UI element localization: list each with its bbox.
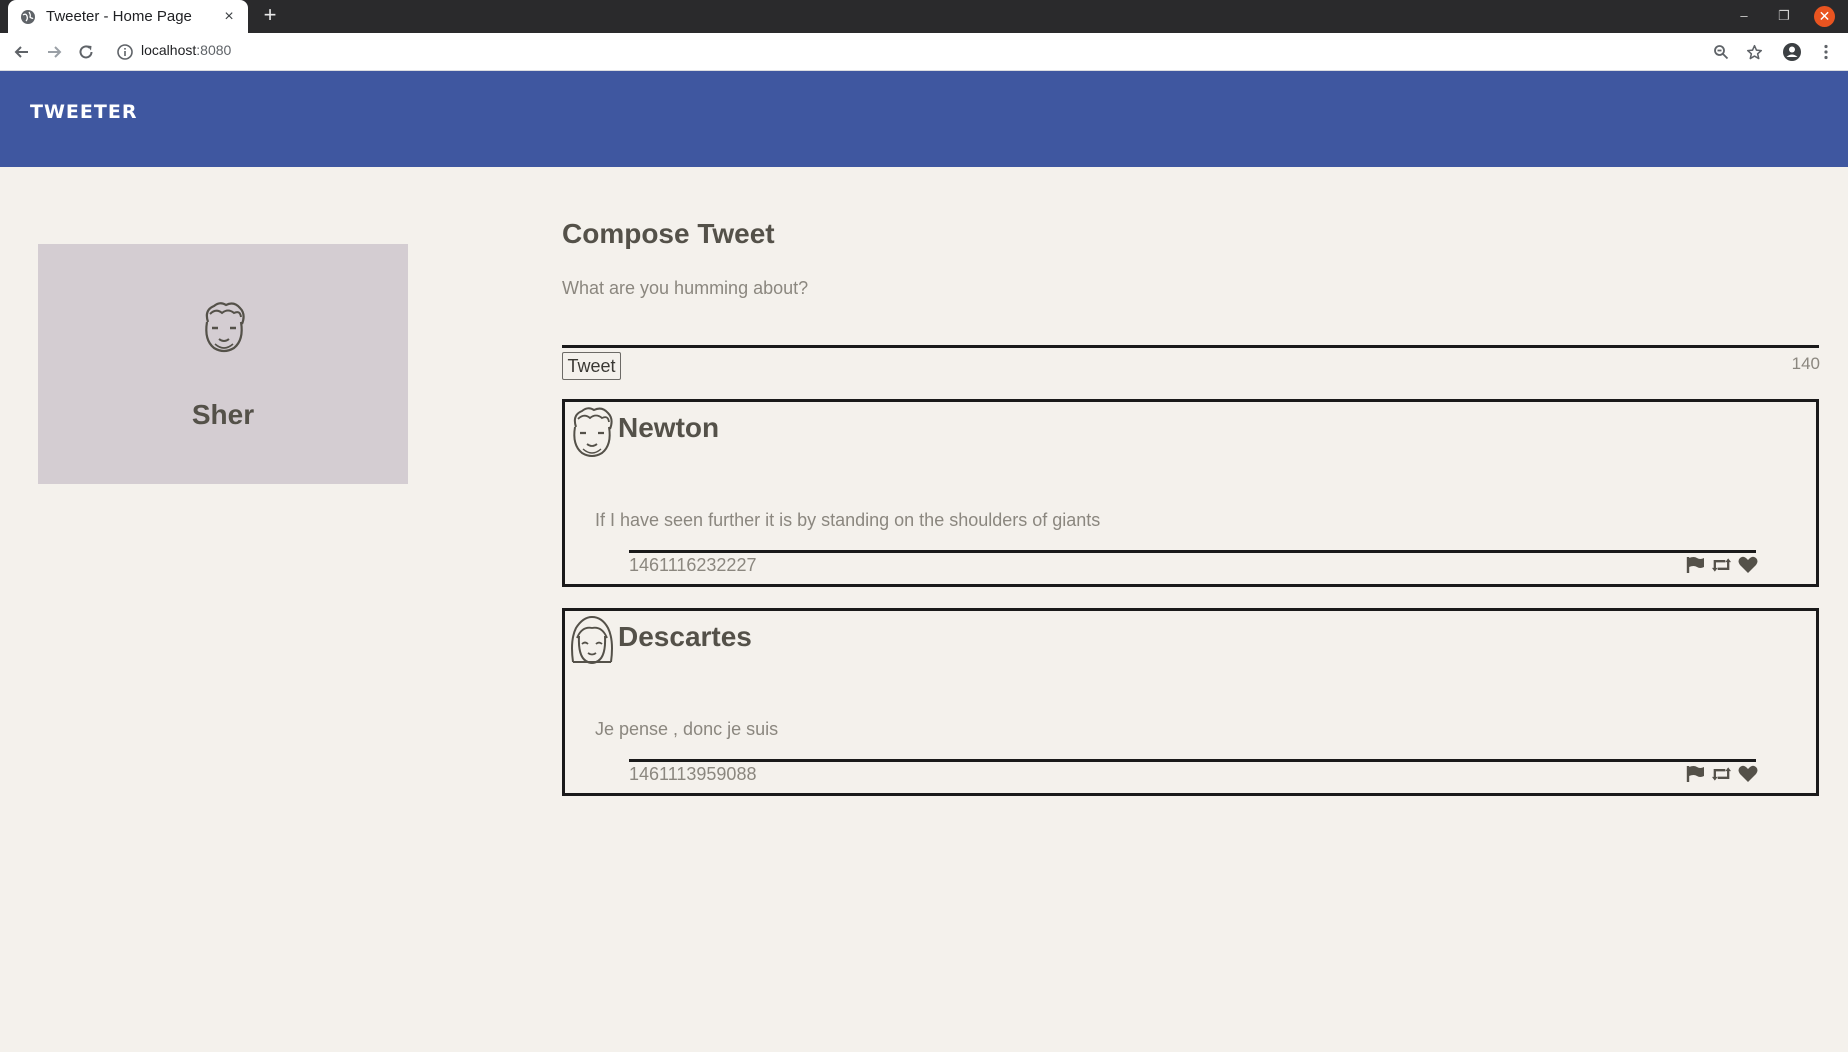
tweet-text: Je pense , donc je suis [595,719,779,739]
tweet-text: If I have seen further it is by standing… [595,510,1101,530]
tweet-divider [629,550,1756,553]
compose-title: Compose Tweet [562,218,775,249]
back-button[interactable] [10,40,34,64]
retweet-icon[interactable] [1711,555,1732,575]
heart-icon[interactable] [1737,764,1758,784]
account-icon [1783,43,1801,61]
profile-card: Sher [38,244,408,484]
tweet-text-input[interactable] [562,272,1819,348]
tab-title: Tweeter - Home Page [46,8,192,25]
account-button[interactable] [1781,41,1803,63]
more-vert-icon [1824,44,1828,60]
browser-menu-button[interactable] [1815,41,1837,63]
long-hair-face-icon [571,615,613,664]
tweet-submit-button[interactable]: Tweet [562,352,621,380]
window-minimize-button[interactable]: – [1734,6,1754,26]
site-header: TWEETER [0,71,1848,167]
browser-tab-strip: Tweeter - Home Page × + – ❐ ✕ [0,0,1848,33]
curly-hair-face-icon [573,407,613,457]
tweet-actions [1685,764,1758,784]
browser-toolbar: localhost:8080 [0,33,1848,71]
back-arrow-icon [14,46,28,58]
star-icon [1746,44,1762,59]
retweet-icon[interactable] [1711,764,1732,784]
url-field[interactable]: localhost:8080 [141,42,231,58]
tweet-card: Descartes Je pense , donc je suis 146111… [562,608,1819,796]
reload-button[interactable] [74,40,98,64]
flag-icon[interactable] [1685,555,1706,575]
tweet-actions [1685,555,1758,575]
profile-name: Sher [191,399,255,430]
site-info-icon[interactable] [116,43,134,61]
url-host: localhost [141,42,197,58]
browser-tab[interactable]: Tweeter - Home Page × [8,0,248,33]
character-counter: 140 [1791,354,1820,373]
window-close-button[interactable]: ✕ [1814,6,1835,27]
tweet-timestamp: 1461116232227 [629,555,757,575]
site-logo[interactable]: TWEETER [30,101,137,123]
forward-arrow-icon [48,46,62,58]
reload-icon [79,45,93,59]
window-maximize-button[interactable]: ❐ [1774,6,1794,26]
zoom-icon [1714,45,1729,60]
tweet-author-name: Newton [618,412,720,443]
curly-hair-face-icon [205,302,245,353]
globe-icon [21,9,35,24]
flag-icon[interactable] [1685,764,1706,784]
tweet-divider [629,759,1756,762]
forward-button[interactable] [42,40,66,64]
url-port: :8080 [196,42,232,58]
tweet-author-name: Descartes [618,621,752,652]
heart-icon[interactable] [1737,555,1758,575]
tweet-card: Newton If I have seen further it is by s… [562,399,1819,587]
tweet-timestamp: 1461113959088 [629,764,757,784]
zoom-button[interactable] [1710,41,1732,63]
tab-close-icon[interactable]: × [220,8,238,26]
bookmark-button[interactable] [1743,41,1765,63]
new-tab-button[interactable]: + [258,4,282,28]
